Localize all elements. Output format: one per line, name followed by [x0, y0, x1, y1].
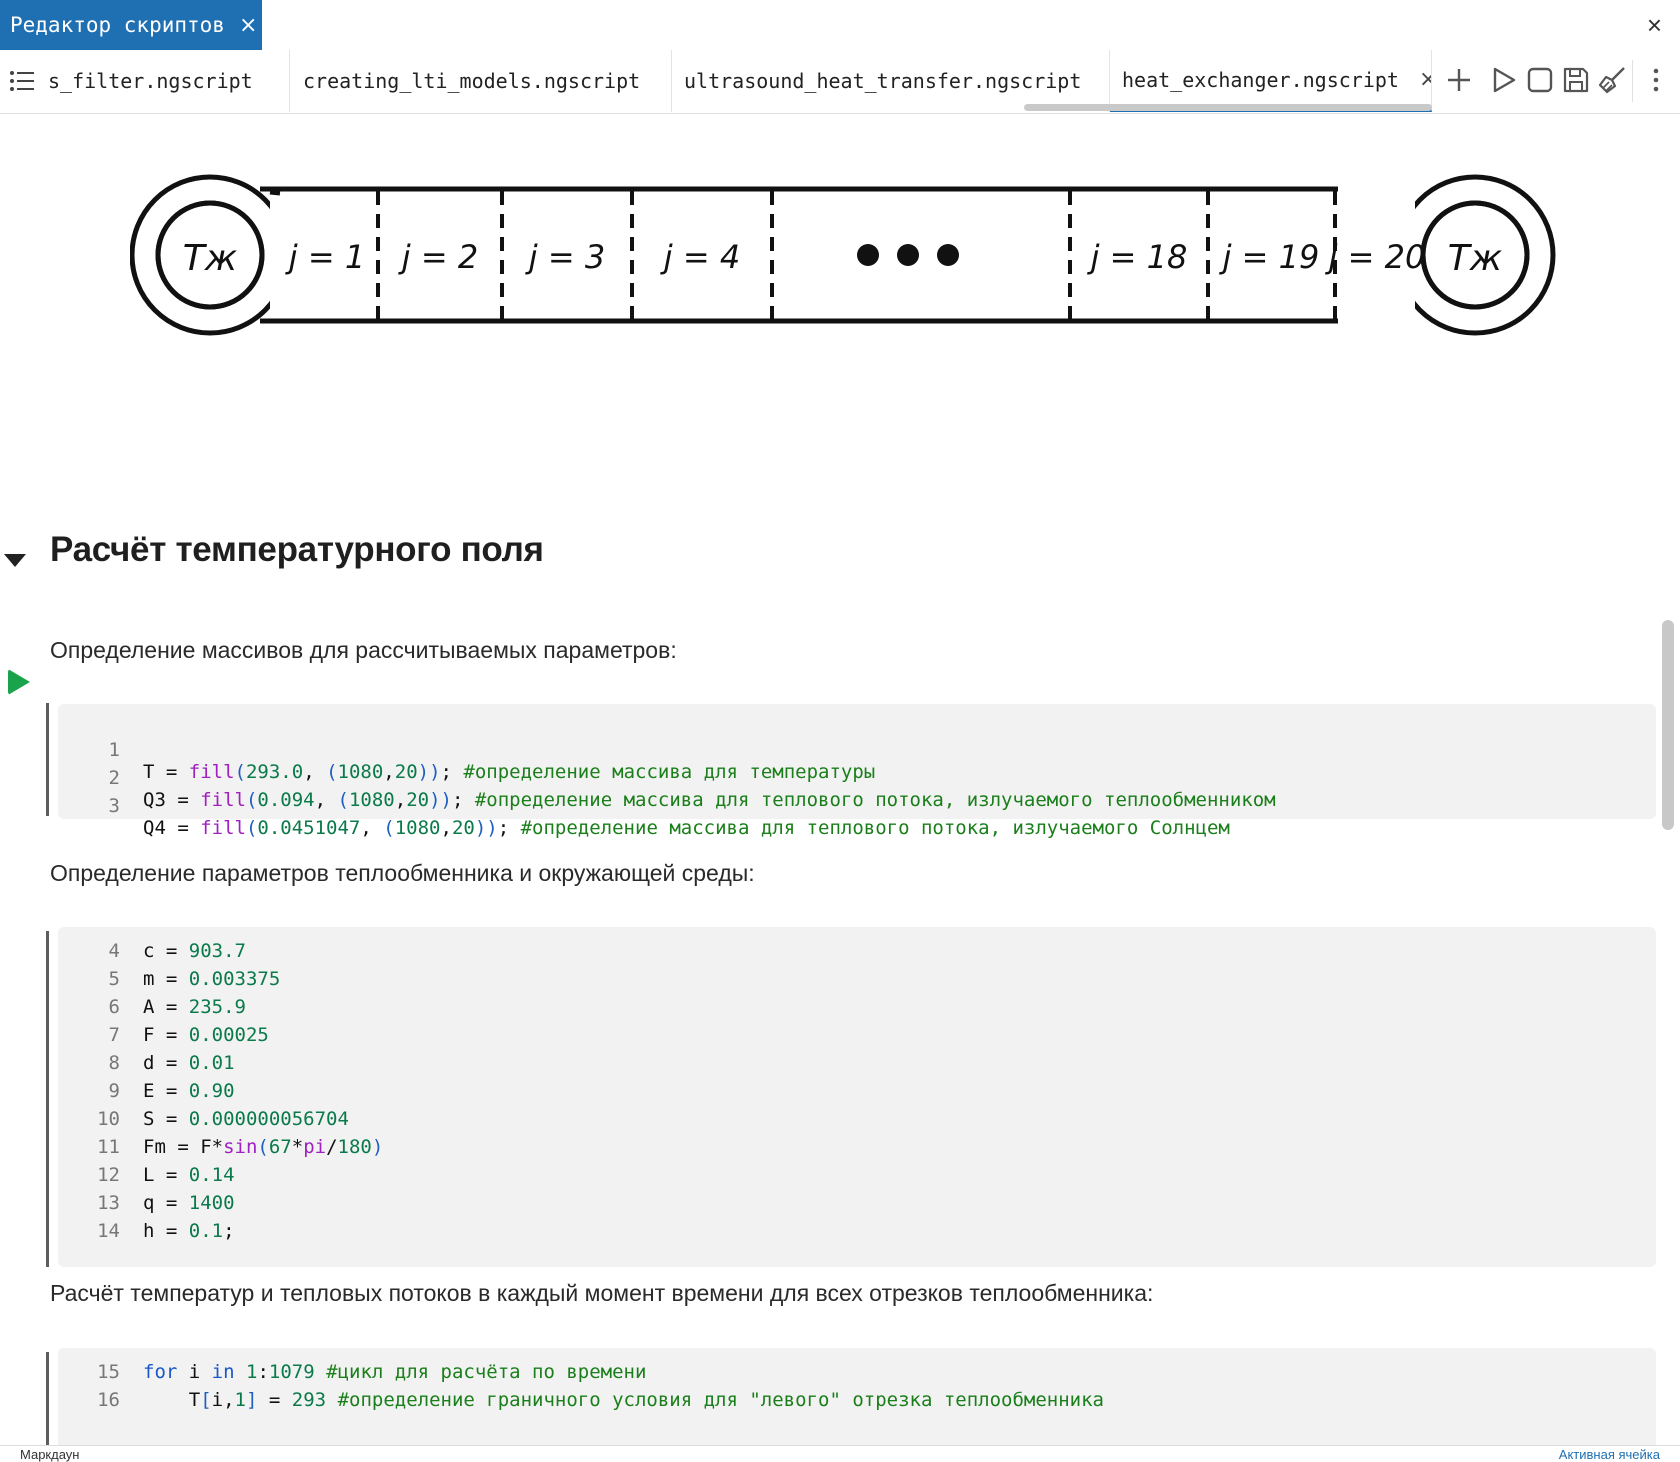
code-text: S = 0.000000056704: [143, 1108, 349, 1130]
close-window-icon[interactable]: ×: [1647, 10, 1662, 41]
status-bar: Маркдаун Активная ячейка: [0, 1445, 1680, 1462]
file-tab-ultrasound-heat-transfer[interactable]: ultrasound_heat_transfer.ngscript: [672, 50, 1110, 112]
code-text: T[i,1] = 293 #определение граничного усл…: [143, 1389, 1104, 1411]
collapse-triangle-icon[interactable]: [4, 554, 26, 567]
line-number: 14: [97, 1220, 120, 1242]
code-text: L = 0.14: [143, 1164, 235, 1186]
toolbar-separator: [1632, 60, 1633, 102]
line-number: 16: [97, 1389, 120, 1411]
cell-bar: [46, 766, 49, 816]
file-tab-label: s_filter.ngscript: [48, 69, 253, 93]
section-title: Расчёт температурного поля: [50, 530, 544, 569]
code-text: m = 0.003375: [143, 968, 281, 990]
code-text: Q4 = fill(0.0451047, (1080,20)); #опреде…: [143, 817, 1230, 839]
file-tab-creating-lti-models[interactable]: creating_lti_models.ngscript: [290, 50, 672, 112]
line-number: 5: [108, 968, 120, 990]
active-cell-status[interactable]: Активная ячейка: [1559, 1447, 1660, 1462]
outline-list-icon[interactable]: [9, 70, 35, 92]
code-text: E = 0.90: [143, 1080, 235, 1102]
code-text: Fm = F*sin(67*pi/180): [143, 1136, 384, 1158]
file-tab-label: heat_exchanger.ngscript: [1122, 67, 1399, 92]
line-number: 13: [97, 1192, 120, 1214]
line-number: 9: [108, 1080, 120, 1102]
code-cell[interactable]: 1 T = fill(293.0, (1080,20)); #определен…: [58, 704, 1656, 839]
code-text: d = 0.01: [143, 1052, 235, 1074]
window-titlebar: Редактор скриптов × ×: [0, 0, 1680, 50]
segment-label: j = 4: [660, 238, 740, 276]
script-editor-tab-label: Редактор скриптов: [10, 13, 225, 37]
file-tab-label: creating_lti_models.ngscript: [303, 69, 641, 93]
segment-label: j = 1: [285, 238, 365, 276]
line-number: 10: [97, 1108, 120, 1130]
code-text: h = 0.1;: [143, 1220, 235, 1242]
segment-label: j = 3: [525, 238, 605, 276]
section-heading: Расчёт температурного поля: [0, 530, 900, 590]
brush-icon[interactable]: [1597, 64, 1627, 96]
line-number: 15: [97, 1361, 120, 1383]
code-text: for i in 1:1079 #цикл для расчёта по вре…: [143, 1361, 647, 1383]
line-number: 7: [108, 1024, 120, 1046]
segment-label: j = 19: [1219, 238, 1320, 276]
code-cell[interactable]: 4 c = 903.7 5 m = 0.003375 6 A = 235.9 7 F =…: [58, 927, 1656, 1267]
cell-mode-status: Маркдаун: [20, 1447, 80, 1462]
close-tab-icon[interactable]: ×: [239, 13, 257, 38]
code-line: 1 T = fill(293.0, (1080,20)); #определен…: [58, 717, 876, 783]
close-file-tab-icon[interactable]: ×: [1419, 67, 1431, 92]
line-number: 12: [97, 1164, 120, 1186]
code-cell[interactable]: 15 for i in 1:1079 #цикл для расчёта по в…: [58, 1348, 1656, 1445]
heat-exchanger-diagram: Тж Тж j = 1 j = 2 j = 3 j = 4 j = 18 j =…: [130, 174, 1556, 336]
stop-icon[interactable]: [1525, 64, 1555, 96]
run-cell-icon[interactable]: [8, 669, 30, 695]
file-tab-s-filter[interactable]: s_filter.ngscript: [48, 50, 290, 112]
cell-active-bar: [46, 703, 49, 766]
plus-icon[interactable]: [1444, 64, 1474, 96]
markdown-text: Расчёт температур и тепловых потоков в к…: [50, 1280, 1154, 1306]
code-text: q = 1400: [143, 1192, 235, 1214]
cell-bar: [46, 931, 49, 1267]
line-number: 4: [108, 940, 120, 962]
markdown-text: Определение массивов для рассчитываемых …: [50, 637, 677, 663]
code-text: F = 0.00025: [143, 1024, 269, 1046]
segment-label: j = 2: [398, 238, 478, 276]
more-vertical-icon[interactable]: [1644, 64, 1668, 96]
play-icon[interactable]: [1489, 64, 1519, 96]
left-fluid-label: Тж: [183, 238, 238, 279]
code-text: Q3 = fill(0.094, (1080,20)); #определени…: [143, 789, 1276, 811]
segment-label: j = 18: [1087, 238, 1188, 276]
notebook-content: Тж Тж j = 1 j = 2 j = 3 j = 4 j = 18 j =…: [0, 115, 1680, 1445]
right-fluid-label: Тж: [1448, 238, 1503, 279]
vertical-scrollbar[interactable]: [1662, 620, 1674, 830]
save-icon[interactable]: [1561, 64, 1591, 96]
line-number: 6: [108, 996, 120, 1018]
file-tab-heat-exchanger[interactable]: heat_exchanger.ngscript ×: [1110, 50, 1432, 112]
segment-label: j = 20: [1325, 238, 1426, 276]
tab-scrollbar[interactable]: [1024, 104, 1432, 111]
code-text: c = 903.7: [143, 940, 246, 962]
line-number: 3: [108, 795, 120, 817]
markdown-text: Определение параметров теплообменника и …: [50, 860, 755, 886]
file-tab-label: ultrasound_heat_transfer.ngscript: [684, 69, 1082, 93]
code-line: 2 Q3 = fill(0.094, (1080,20)); #определе…: [58, 745, 1276, 811]
line-number: 11: [97, 1136, 120, 1158]
code-text: A = 235.9: [143, 996, 246, 1018]
cell-bar: [46, 1352, 49, 1445]
script-editor-tab[interactable]: Редактор скриптов ×: [0, 0, 262, 50]
code-text: T = fill(293.0, (1080,20)); #определение…: [143, 761, 876, 783]
line-number: 8: [108, 1052, 120, 1074]
code-line: 3 Q4 = fill(0.0451047, (1080,20)); #опре…: [58, 773, 1230, 839]
